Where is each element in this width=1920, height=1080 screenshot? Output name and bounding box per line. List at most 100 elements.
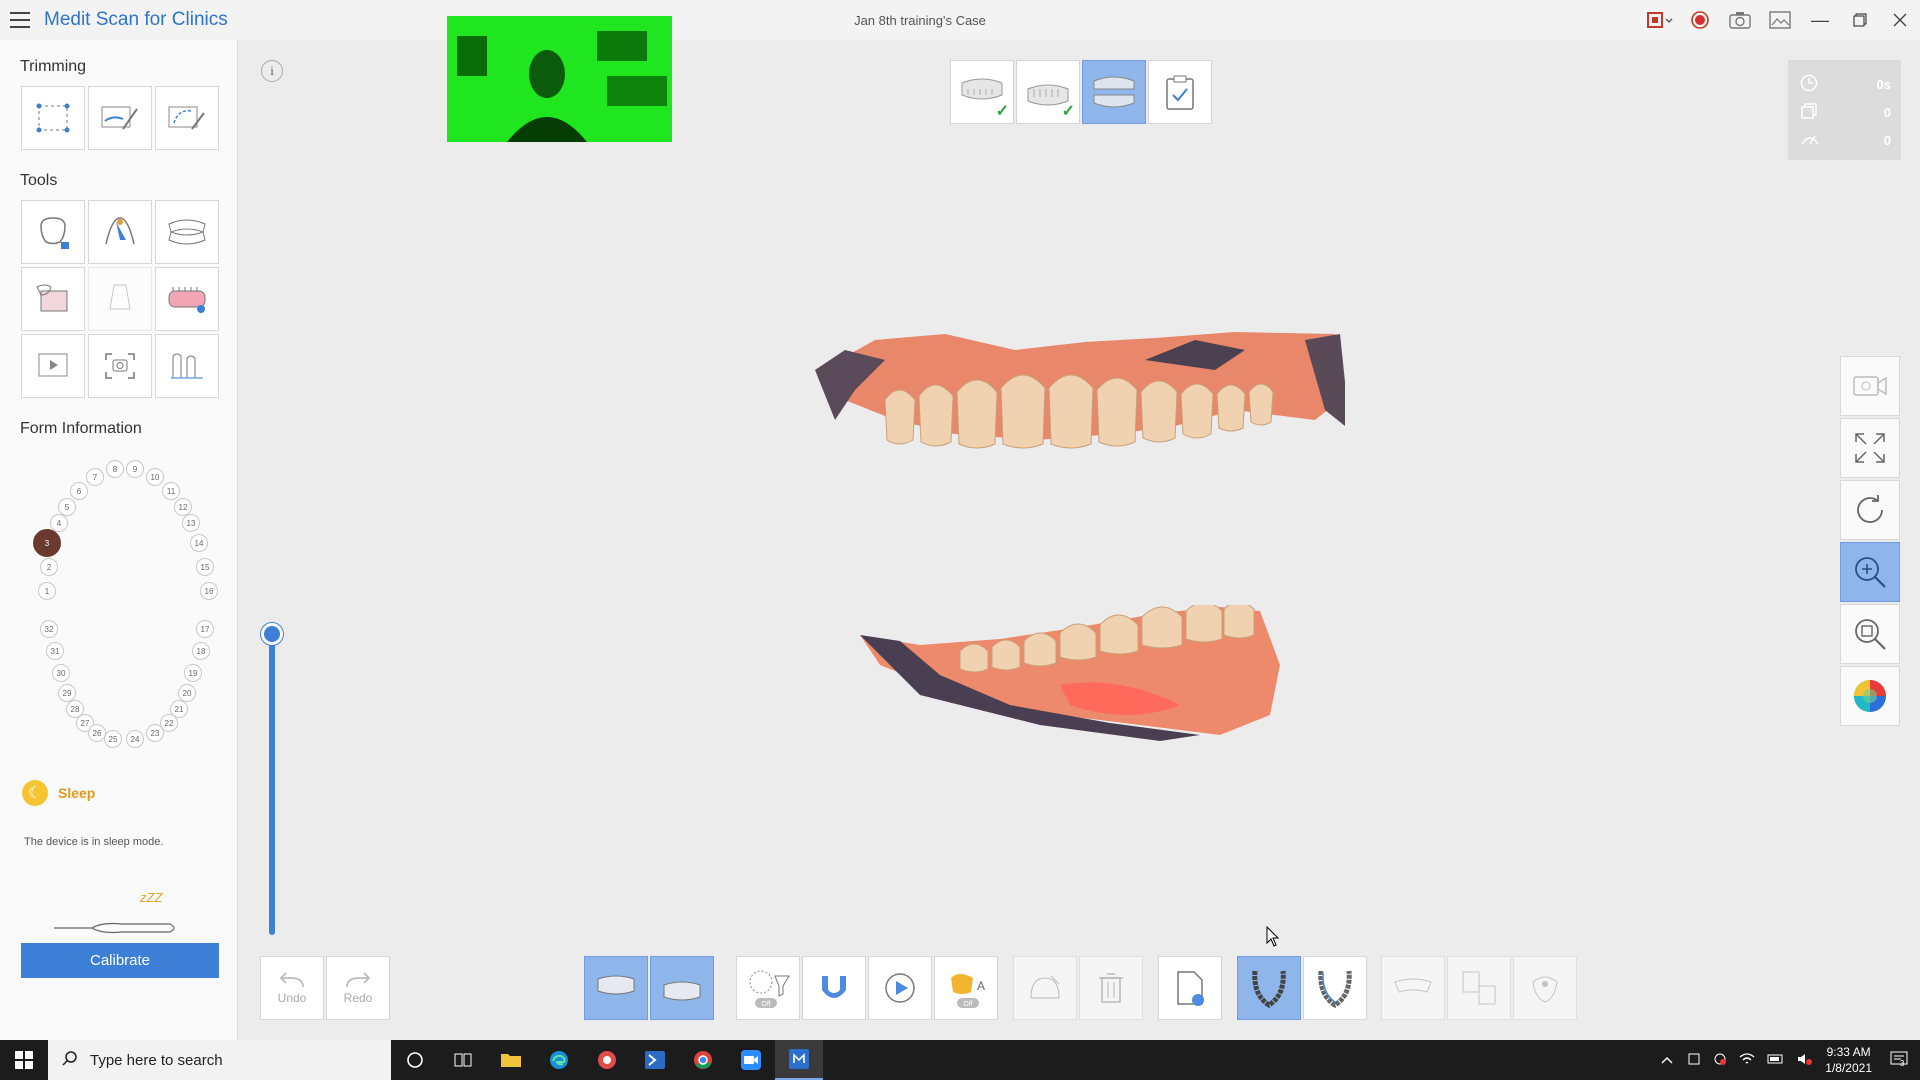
stage-complete-button[interactable] (1148, 60, 1212, 124)
tooth-7[interactable]: 7 (86, 468, 104, 486)
task-view-icon[interactable] (439, 1040, 487, 1080)
zoom-box-icon[interactable] (1840, 604, 1900, 664)
rotate-icon[interactable] (1840, 480, 1900, 540)
stage-maxilla-button[interactable]: ✓ (950, 60, 1014, 124)
delete-icon[interactable] (1079, 956, 1143, 1020)
tooth-15[interactable]: 15 (196, 558, 214, 576)
edge-browser-icon[interactable] (535, 1040, 583, 1080)
full-arch-lower-icon[interactable] (1303, 956, 1367, 1020)
tooth-23[interactable]: 23 (146, 724, 164, 742)
tooth-2[interactable]: 2 (40, 558, 58, 576)
file-explorer-icon[interactable] (487, 1040, 535, 1080)
close-button[interactable] (1880, 0, 1920, 40)
full-arch-upper-icon[interactable] (1237, 956, 1301, 1020)
multi-data-icon[interactable] (1447, 956, 1511, 1020)
filter-off-icon[interactable]: Off (736, 956, 800, 1020)
info-icon[interactable]: i (261, 60, 283, 82)
case-title: Jan 8th training's Case (854, 13, 986, 28)
lower-jaw-scan[interactable] (860, 605, 1300, 745)
upper-scan-mode-icon[interactable] (584, 956, 648, 1020)
upper-jaw-scan[interactable] (815, 330, 1345, 490)
record-menu-icon[interactable] (1640, 0, 1680, 40)
medit-app-icon[interactable] (775, 1040, 823, 1080)
brush-trim-icon[interactable] (88, 86, 152, 150)
shot-count: 0 (1883, 104, 1891, 120)
menu-icon[interactable] (0, 0, 40, 40)
export-file-icon[interactable] (1158, 956, 1222, 1020)
model-texture-icon[interactable] (21, 267, 85, 331)
fit-screen-icon[interactable] (1840, 418, 1900, 478)
tooth-31[interactable]: 31 (46, 642, 64, 660)
tooth-3[interactable]: 3 (33, 529, 61, 557)
video-camera-icon[interactable] (1840, 356, 1900, 416)
arch-view-icon[interactable] (155, 200, 219, 264)
video-play-icon[interactable] (21, 334, 85, 398)
abutment-icon[interactable] (88, 267, 152, 331)
tooth-8[interactable]: 8 (106, 460, 124, 478)
taskbar-clock[interactable]: 9:33 AM 1/8/2021 (1825, 1044, 1872, 1076)
stage-occlusion-button[interactable] (1082, 60, 1146, 124)
undo-button[interactable]: Undo (260, 956, 324, 1020)
tooth-1[interactable]: 1 (38, 582, 56, 600)
ai-scan-off-icon[interactable]: A Off (934, 956, 998, 1020)
cortana-icon[interactable] (391, 1040, 439, 1080)
select-area-icon[interactable] (21, 86, 85, 150)
chevron-up-icon[interactable] (1661, 1053, 1673, 1067)
calibrate-button[interactable]: Calibrate (21, 943, 219, 978)
powershell-icon[interactable] (631, 1040, 679, 1080)
tooth-10[interactable]: 10 (146, 468, 164, 486)
network-icon[interactable] (1739, 1052, 1755, 1069)
play-icon[interactable] (868, 956, 932, 1020)
minimize-button[interactable]: — (1800, 0, 1840, 40)
tooth-17[interactable]: 17 (196, 620, 214, 638)
notification-icon[interactable]: 3 (1890, 1051, 1908, 1070)
gingiva-icon[interactable] (155, 267, 219, 331)
lasso-trim-icon[interactable] (155, 86, 219, 150)
tooth-32[interactable]: 32 (40, 620, 58, 638)
tooth-13[interactable]: 13 (182, 514, 200, 532)
export-group (1158, 956, 1222, 1020)
bite-alignment-icon[interactable] (1381, 956, 1445, 1020)
app-title: Medit Scan for Clinics (44, 9, 228, 30)
tray-device-icon[interactable] (1687, 1052, 1701, 1069)
webcam-preview (447, 16, 672, 142)
lower-scan-mode-icon[interactable] (650, 956, 714, 1020)
tooth-9[interactable]: 9 (126, 460, 144, 478)
tooth-lock-icon[interactable] (21, 200, 85, 264)
tooth-marker-icon[interactable] (88, 200, 152, 264)
color-map-icon[interactable] (1840, 666, 1900, 726)
chrome-icon[interactable] (679, 1040, 727, 1080)
tooth-11[interactable]: 11 (162, 482, 180, 500)
arch-toggle-icon[interactable] (802, 956, 866, 1020)
measure-icon[interactable] (155, 334, 219, 398)
camera-icon[interactable] (1720, 0, 1760, 40)
media-app-icon[interactable] (583, 1040, 631, 1080)
restore-button[interactable] (1840, 0, 1880, 40)
redo-button[interactable]: Redo (326, 956, 390, 1020)
tooth-19[interactable]: 19 (184, 664, 202, 682)
battery-icon[interactable] (1767, 1053, 1785, 1067)
tooth-18[interactable]: 18 (192, 642, 210, 660)
tooth-14[interactable]: 14 (190, 534, 208, 552)
notification-count: 3 (1900, 1058, 1905, 1068)
stage-mandible-button[interactable]: ✓ (1016, 60, 1080, 124)
depth-slider-track[interactable] (269, 630, 275, 935)
zoom-app-icon[interactable] (727, 1040, 775, 1080)
windows-start-icon[interactable] (0, 1040, 48, 1080)
abutment-scan-icon[interactable] (1513, 956, 1577, 1020)
tooth-30[interactable]: 30 (52, 664, 70, 682)
zoom-in-icon[interactable] (1840, 542, 1900, 602)
remove-noise-icon[interactable] (1013, 956, 1077, 1020)
screen-capture-icon[interactable] (1760, 0, 1800, 40)
volume-icon[interactable] (1797, 1052, 1813, 1069)
taskbar-search-input[interactable]: Type here to search (48, 1040, 391, 1080)
capture-icon[interactable] (88, 334, 152, 398)
tooth-24[interactable]: 24 (126, 730, 144, 748)
record-icon[interactable] (1680, 0, 1720, 40)
tooth-25[interactable]: 25 (104, 730, 122, 748)
depth-slider-handle[interactable] (261, 623, 283, 645)
tooth-6[interactable]: 6 (70, 482, 88, 500)
tray-app-icon[interactable] (1713, 1052, 1727, 1069)
tooth-16[interactable]: 16 (200, 582, 218, 600)
system-tray: 9:33 AM 1/8/2021 3 (1653, 1040, 1920, 1080)
